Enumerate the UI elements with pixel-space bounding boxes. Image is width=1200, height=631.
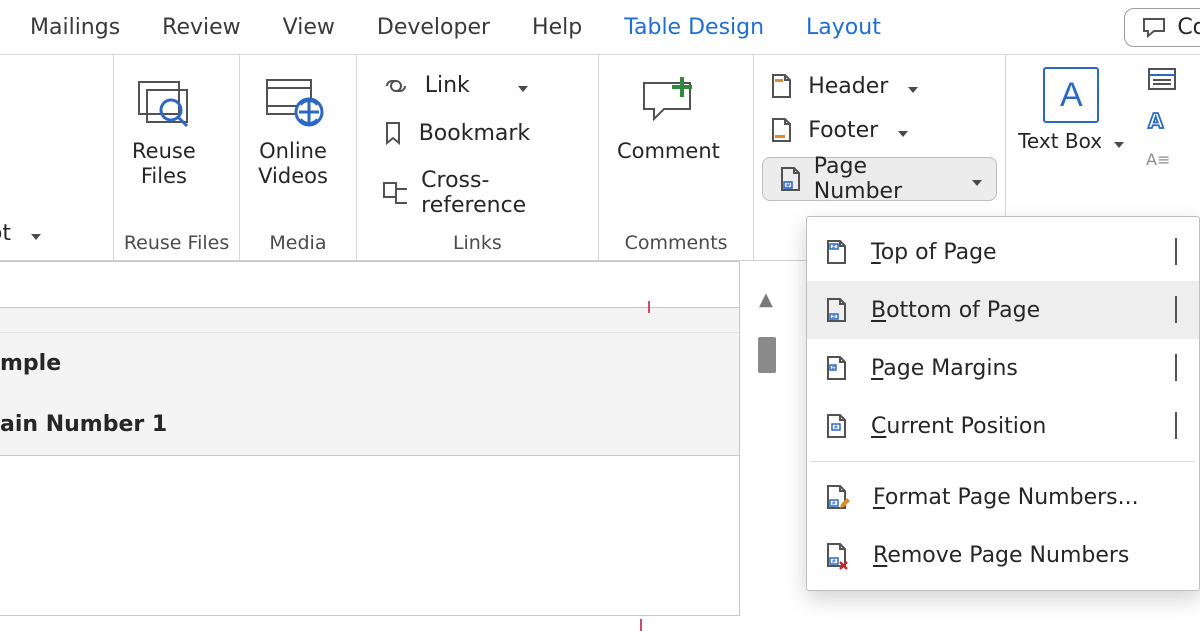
comments-button[interactable]: Comm [1124,8,1200,47]
drop-cap-icon[interactable]: A≡ [1146,149,1180,169]
svg-text:#: # [834,425,839,431]
footer-icon [768,115,794,145]
tab-mailings[interactable]: Mailings [28,13,122,42]
reuse-files-icon [132,69,196,133]
ribbon-tabbar: Mailings Review View Developer Help Tabl… [0,0,1200,55]
svg-text:#: # [832,501,837,507]
cross-reference-label: Cross-reference [421,168,574,218]
text-box-button[interactable]: Text Box [1018,129,1124,153]
page-margins-icon: # [823,353,849,383]
insertion-caret [648,301,650,313]
header-icon [768,71,794,101]
svg-text:#: # [832,245,837,251]
group-caption-reuse-files: Reuse Files [122,228,231,254]
svg-text:A≡: A≡ [1146,150,1170,169]
text-box-label: Text Box [1018,129,1102,153]
format-page-numbers-icon: # [823,482,851,512]
tab-developer[interactable]: Developer [375,13,492,42]
bookmark-button[interactable]: Bookmark [373,116,582,150]
insertion-caret [640,619,642,631]
tab-layout[interactable]: Layout [804,13,883,42]
page-bottom-icon: # [823,295,849,325]
scroll-up-icon[interactable]: ▲ [759,289,773,310]
tab-view[interactable]: View [281,13,337,42]
menu-remove-page-numbers[interactable]: # RRemove Page Numbersemove Page Numbers [807,526,1199,584]
group-caption-comments: Comments [607,228,745,254]
quick-parts-icon[interactable] [1146,65,1180,93]
footer-label: Footer [808,118,878,143]
reuse-files-button[interactable]: Reuse Files [122,63,206,191]
cross-reference-icon [381,180,407,206]
menu-label: BBottom of Pageottom of Page [871,298,1153,323]
remove-page-numbers-icon: # [823,540,851,570]
menu-label: PPage Marginsage Margins [871,356,1153,381]
bookmark-label: Bookmark [419,121,530,146]
submenu-arrow-icon [1175,240,1183,265]
submenu-arrow-icon [1175,414,1183,439]
gallery-scrollbar[interactable]: ▲ [753,261,783,621]
submenu-arrow-icon [1175,298,1183,323]
submenu-arrow-icon [1175,356,1183,381]
bookmark-icon [381,120,405,146]
menu-format-page-numbers[interactable]: # FFormat Page Numbers...ormat Page Numb… [807,468,1199,526]
menu-label: CCurrent Positionurrent Position [871,414,1153,439]
page-top-icon: # [823,237,849,267]
page-number-button[interactable]: # Page Number [762,157,997,201]
menu-label: FFormat Page Numbers...ormat Page Number… [873,485,1183,510]
group-caption-media: Media [248,228,348,254]
new-comment-icon [636,69,700,133]
online-videos-button[interactable]: Online Videos [248,63,338,191]
page-number-icon: # [777,164,802,194]
document-area: mple ain Number 1 [0,261,753,621]
tab-table-design[interactable]: Table Design [622,13,766,42]
chevron-down-icon [966,167,982,192]
gallery-item-title[interactable]: ain Number 1 [0,394,739,455]
tab-help[interactable]: Help [530,13,584,42]
comment-button[interactable]: Comment [607,63,730,166]
gallery-heading: mple [0,332,739,394]
scroll-thumb[interactable] [758,337,776,373]
menu-bottom-of-page[interactable]: # BBottom of Pageottom of Page [807,281,1199,339]
online-videos-label: Online Videos [258,139,328,189]
svg-text:#: # [786,183,791,190]
svg-text:#: # [832,559,837,565]
page-number-label: Page Number [814,154,954,204]
comment-icon [1141,15,1167,39]
group-caption [0,250,105,254]
svg-text:#: # [832,315,837,321]
online-videos-icon [261,69,325,133]
comment-label: Comment [617,139,720,164]
comments-label: Comm [1177,15,1200,40]
svg-text:#: # [831,366,836,372]
menu-label: TTop of Pageop of Page [871,240,1153,265]
chevron-down-icon [892,118,908,143]
header-button[interactable]: Header [762,69,997,103]
menu-current-position[interactable]: # CCurrent Positionurrent Position [807,397,1199,455]
chevron-down-icon [1108,129,1124,153]
reuse-files-label: Reuse Files [132,139,196,189]
wordart-icon[interactable]: A [1146,109,1180,133]
menu-label: RRemove Page Numbersemove Page Numbers [873,543,1183,568]
page-number-menu: # TTop of Pageop of Page # BBottom of Pa… [806,216,1200,591]
gallery-panel[interactable]: mple ain Number 1 [0,261,740,616]
link-label: Link [425,73,470,98]
cross-reference-button[interactable]: Cross-reference [373,164,582,222]
tab-review[interactable]: Review [160,13,243,42]
screenshot-label: enshot [0,221,11,246]
chevron-down-icon [902,74,918,99]
chevron-down-icon [25,221,41,246]
menu-page-margins[interactable]: # PPage Marginsage Margins [807,339,1199,397]
screenshot-button[interactable]: enshot [0,217,49,250]
text-box-icon: A [1043,67,1099,123]
chevron-down-icon [512,73,528,98]
page-current-icon: # [823,411,849,441]
header-label: Header [808,74,888,99]
footer-button[interactable]: Footer [762,113,997,147]
link-icon [381,75,411,97]
menu-top-of-page[interactable]: # TTop of Pageop of Page [807,223,1199,281]
link-button[interactable]: Link [373,69,582,102]
group-caption-links: Links [365,228,590,254]
svg-text:A: A [1148,109,1164,133]
